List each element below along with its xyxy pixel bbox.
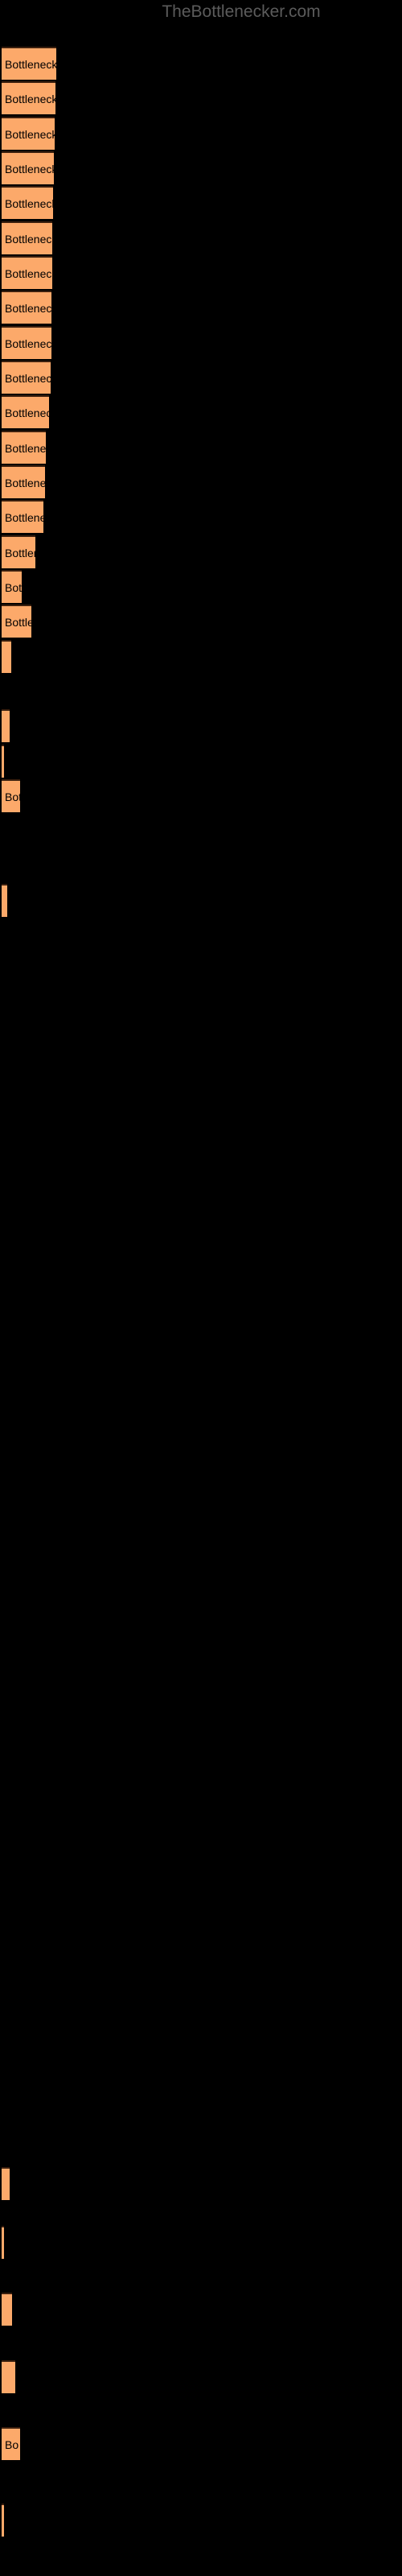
bar-row [0, 745, 402, 778]
bar-row [0, 2504, 402, 2537]
bottleneck-bar-chart: Bottleneck result Bottleneck result Bottle… [0, 0, 402, 2576]
bar-row: Bottleneck result [0, 81, 402, 114]
bar[interactable]: Bott [2, 779, 20, 812]
bar-label: Bottleneck res [5, 371, 51, 385]
bar-row: Bottleneck resu [0, 151, 402, 184]
bar[interactable]: Bottleneck resu [2, 326, 51, 359]
bar-row: Bott [0, 779, 402, 812]
bar[interactable] [2, 745, 4, 778]
bar-label: Bottleneck result [5, 57, 56, 71]
bar[interactable]: Bottleneck result [2, 47, 56, 80]
bar[interactable]: Bottleneck res [2, 361, 51, 394]
bar-row: Bottleneck resu [0, 186, 402, 219]
bar-label: Bottleneck res [5, 406, 49, 419]
bar-label: Bottleneck result [5, 92, 55, 105]
bar-label: Bottleneck resu [5, 162, 54, 175]
bar-row: Bottleneck result [0, 47, 402, 80]
bar-row: Bottleneck resu [0, 291, 402, 324]
bar[interactable]: Bo [2, 2427, 20, 2460]
bar-row: B [0, 2293, 402, 2326]
bar-label: Bottleneck resu [5, 266, 52, 280]
bar[interactable]: Bottleneck re [2, 431, 46, 464]
bar[interactable] [2, 2504, 4, 2537]
bar-row: B [0, 709, 402, 742]
bar-row: B [0, 2360, 402, 2393]
bar-row: Bottleneck re [0, 431, 402, 464]
bar-label: Bottleneck resu [5, 127, 55, 141]
bar-label: Bot [5, 580, 22, 594]
bar[interactable]: Bottleneck res [2, 395, 49, 428]
bar[interactable]: B [2, 709, 10, 742]
bar[interactable]: Bottleneck resu [2, 151, 54, 184]
bar-row: Bo [0, 2427, 402, 2460]
bar-row: Bottleneck resu [0, 256, 402, 289]
bar-row: Bot [0, 570, 402, 603]
bar-row: Bottleneck resu [0, 221, 402, 254]
bar[interactable]: B [2, 2293, 12, 2326]
bar[interactable]: Bottleneck re [2, 465, 45, 498]
bar[interactable]: Bottleneck result [2, 81, 55, 114]
bar-label: Bottleneck resu [5, 196, 53, 210]
bar-label: Bottleneck re [5, 441, 46, 455]
bar[interactable]: Bottleneck resu [2, 186, 53, 219]
bar-row: Bottleneck resu [0, 326, 402, 359]
bar-row: B [0, 2167, 402, 2200]
bar-row: Bottleneck re [0, 500, 402, 533]
bar-row: Bottleneck res [0, 395, 402, 428]
bar-row [0, 2226, 402, 2259]
bar-row: Bottleneck re [0, 465, 402, 498]
bar-label: Bottleneck resu [5, 301, 51, 315]
bar-row: Bottlene [0, 535, 402, 568]
bar[interactable]: B [2, 2167, 10, 2200]
bar[interactable]: Bot [2, 570, 22, 603]
bar[interactable]: Bottlen [2, 605, 31, 638]
bar[interactable]: Bottleneck resu [2, 291, 51, 324]
bar-row: B [0, 640, 402, 673]
bar[interactable] [2, 2226, 4, 2259]
bar-row: Bottlen [0, 605, 402, 638]
bar-label: Bott [5, 790, 20, 803]
bar-label: Bottlene [5, 546, 35, 559]
bar-label: Bottleneck resu [5, 336, 51, 350]
bar[interactable]: Bottleneck resu [2, 221, 52, 254]
bar[interactable]: Bottlene [2, 535, 35, 568]
bar[interactable]: Bottleneck resu [2, 117, 55, 150]
bar[interactable]: B [2, 640, 11, 673]
bar-row: Bottleneck res [0, 361, 402, 394]
bar-label: Bottleneck resu [5, 232, 52, 246]
bar-label: Bottleneck re [5, 510, 43, 524]
bar-row [0, 884, 402, 917]
bar-label: Bo [5, 2438, 19, 2451]
bar-row: Bottleneck resu [0, 117, 402, 150]
bar[interactable] [2, 884, 7, 917]
bar[interactable]: Bottleneck re [2, 500, 43, 533]
bar[interactable]: B [2, 2360, 15, 2393]
bar-label: Bottlen [5, 615, 31, 629]
bar[interactable]: Bottleneck resu [2, 256, 52, 289]
bar-label: Bottleneck re [5, 476, 45, 489]
